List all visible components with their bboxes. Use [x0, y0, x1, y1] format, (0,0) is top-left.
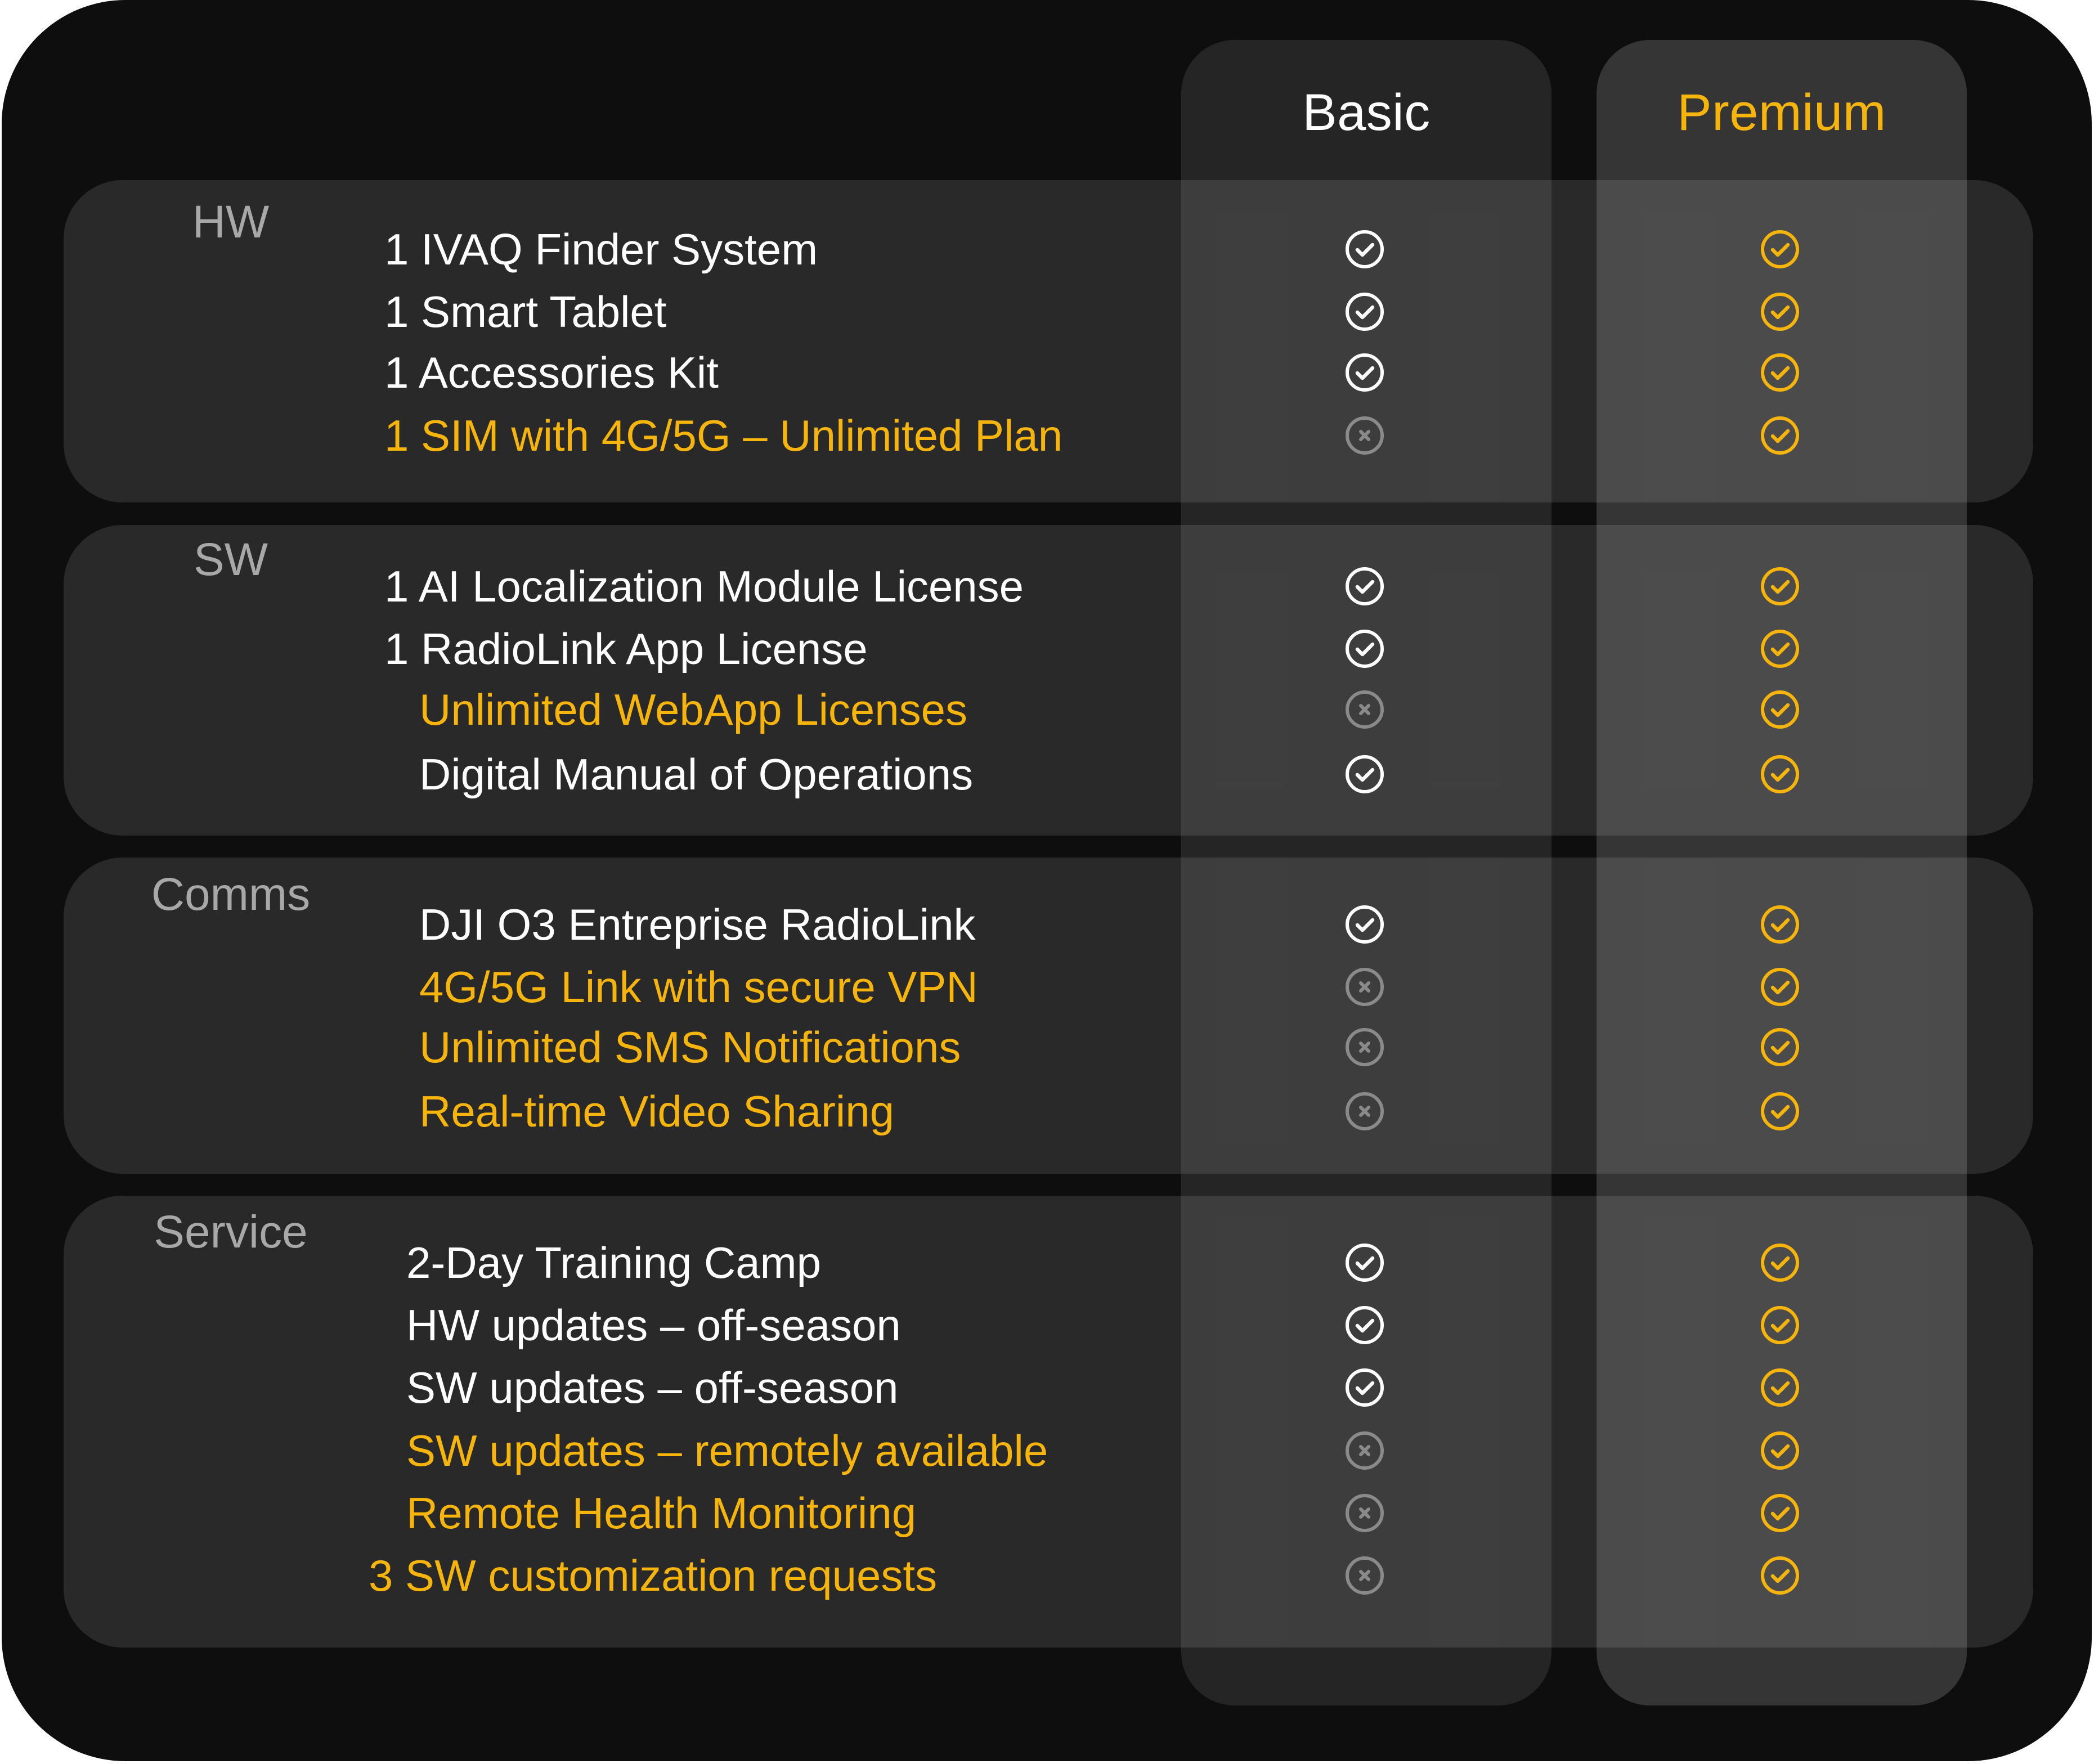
feature-label: 1 Smart Tablet	[384, 287, 667, 336]
premium-check-icon	[1760, 1242, 1800, 1283]
premium-column-header: Premium	[1677, 84, 1886, 141]
feature-label: 1 AI Localization Module License	[384, 562, 1024, 611]
section-category-label: HW	[192, 196, 270, 248]
premium-check-icon	[1760, 629, 1800, 669]
basic-check-icon	[1344, 754, 1385, 795]
basic-x-icon	[1344, 1555, 1385, 1596]
premium-check-icon	[1760, 904, 1800, 945]
basic-x-icon	[1344, 415, 1385, 456]
basic-check-icon	[1344, 352, 1385, 393]
premium-check-icon	[1760, 1555, 1800, 1596]
premium-check-icon	[1760, 1493, 1800, 1533]
section-category-label: SW	[193, 534, 268, 585]
feature-label: SW updates – off-season	[406, 1363, 899, 1412]
premium-check-icon	[1760, 967, 1800, 1007]
basic-x-icon	[1344, 1430, 1385, 1471]
basic-x-icon	[1344, 967, 1385, 1007]
section-category-label: Service	[154, 1206, 308, 1258]
section-category-label: Comms	[151, 869, 311, 920]
feature-label: SW updates – remotely available	[406, 1426, 1048, 1475]
feature-label: 1 SIM with 4G/5G – Unlimited Plan	[384, 411, 1063, 460]
basic-check-icon	[1344, 566, 1385, 607]
basic-check-icon	[1344, 291, 1385, 332]
section-service	[64, 1196, 2033, 1648]
feature-label: 2-Day Training Camp	[406, 1238, 821, 1287]
feature-label: 4G/5G Link with secure VPN	[419, 962, 978, 1012]
feature-label: HW updates – off-season	[406, 1300, 901, 1350]
basic-check-icon	[1344, 229, 1385, 270]
feature-label: Real-time Video Sharing	[419, 1087, 895, 1136]
feature-label: 3 SW customization requests	[369, 1551, 938, 1600]
premium-check-icon	[1760, 1091, 1800, 1132]
basic-check-icon	[1344, 904, 1385, 945]
section-comms	[64, 858, 2033, 1174]
premium-check-icon	[1760, 291, 1800, 332]
basic-check-icon	[1344, 629, 1385, 669]
feature-label: 1 RadioLink App License	[384, 624, 868, 674]
basic-column-header: Basic	[1302, 84, 1431, 141]
premium-check-icon	[1760, 352, 1800, 393]
basic-check-icon	[1344, 1367, 1385, 1408]
section-sw	[64, 525, 2033, 836]
basic-x-icon	[1344, 1091, 1385, 1132]
premium-check-icon	[1760, 229, 1800, 270]
basic-check-icon	[1344, 1305, 1385, 1345]
basic-x-icon	[1344, 1493, 1385, 1533]
comparison-table: Basic Premium HW 1 IVAQ Finder System 1 Sm…	[0, 0, 2094, 1764]
premium-check-icon	[1760, 415, 1800, 456]
feature-label: Remote Health Monitoring	[406, 1488, 917, 1538]
basic-x-icon	[1344, 689, 1385, 730]
feature-label: Digital Manual of Operations	[419, 749, 974, 799]
premium-check-icon	[1760, 754, 1800, 795]
premium-check-icon	[1760, 689, 1800, 730]
basic-check-icon	[1344, 1242, 1385, 1283]
premium-check-icon	[1760, 1305, 1800, 1345]
feature-label: DJI O3 Entreprise RadioLink	[419, 900, 976, 949]
feature-label: 1 Accessories Kit	[384, 348, 719, 397]
premium-check-icon	[1760, 566, 1800, 607]
basic-x-icon	[1344, 1027, 1385, 1067]
feature-label: Unlimited WebApp Licenses	[419, 685, 968, 734]
feature-label: Unlimited SMS Notifications	[419, 1022, 961, 1072]
feature-label: 1 IVAQ Finder System	[384, 225, 818, 274]
premium-check-icon	[1760, 1430, 1800, 1471]
premium-check-icon	[1760, 1027, 1800, 1067]
premium-check-icon	[1760, 1367, 1800, 1408]
